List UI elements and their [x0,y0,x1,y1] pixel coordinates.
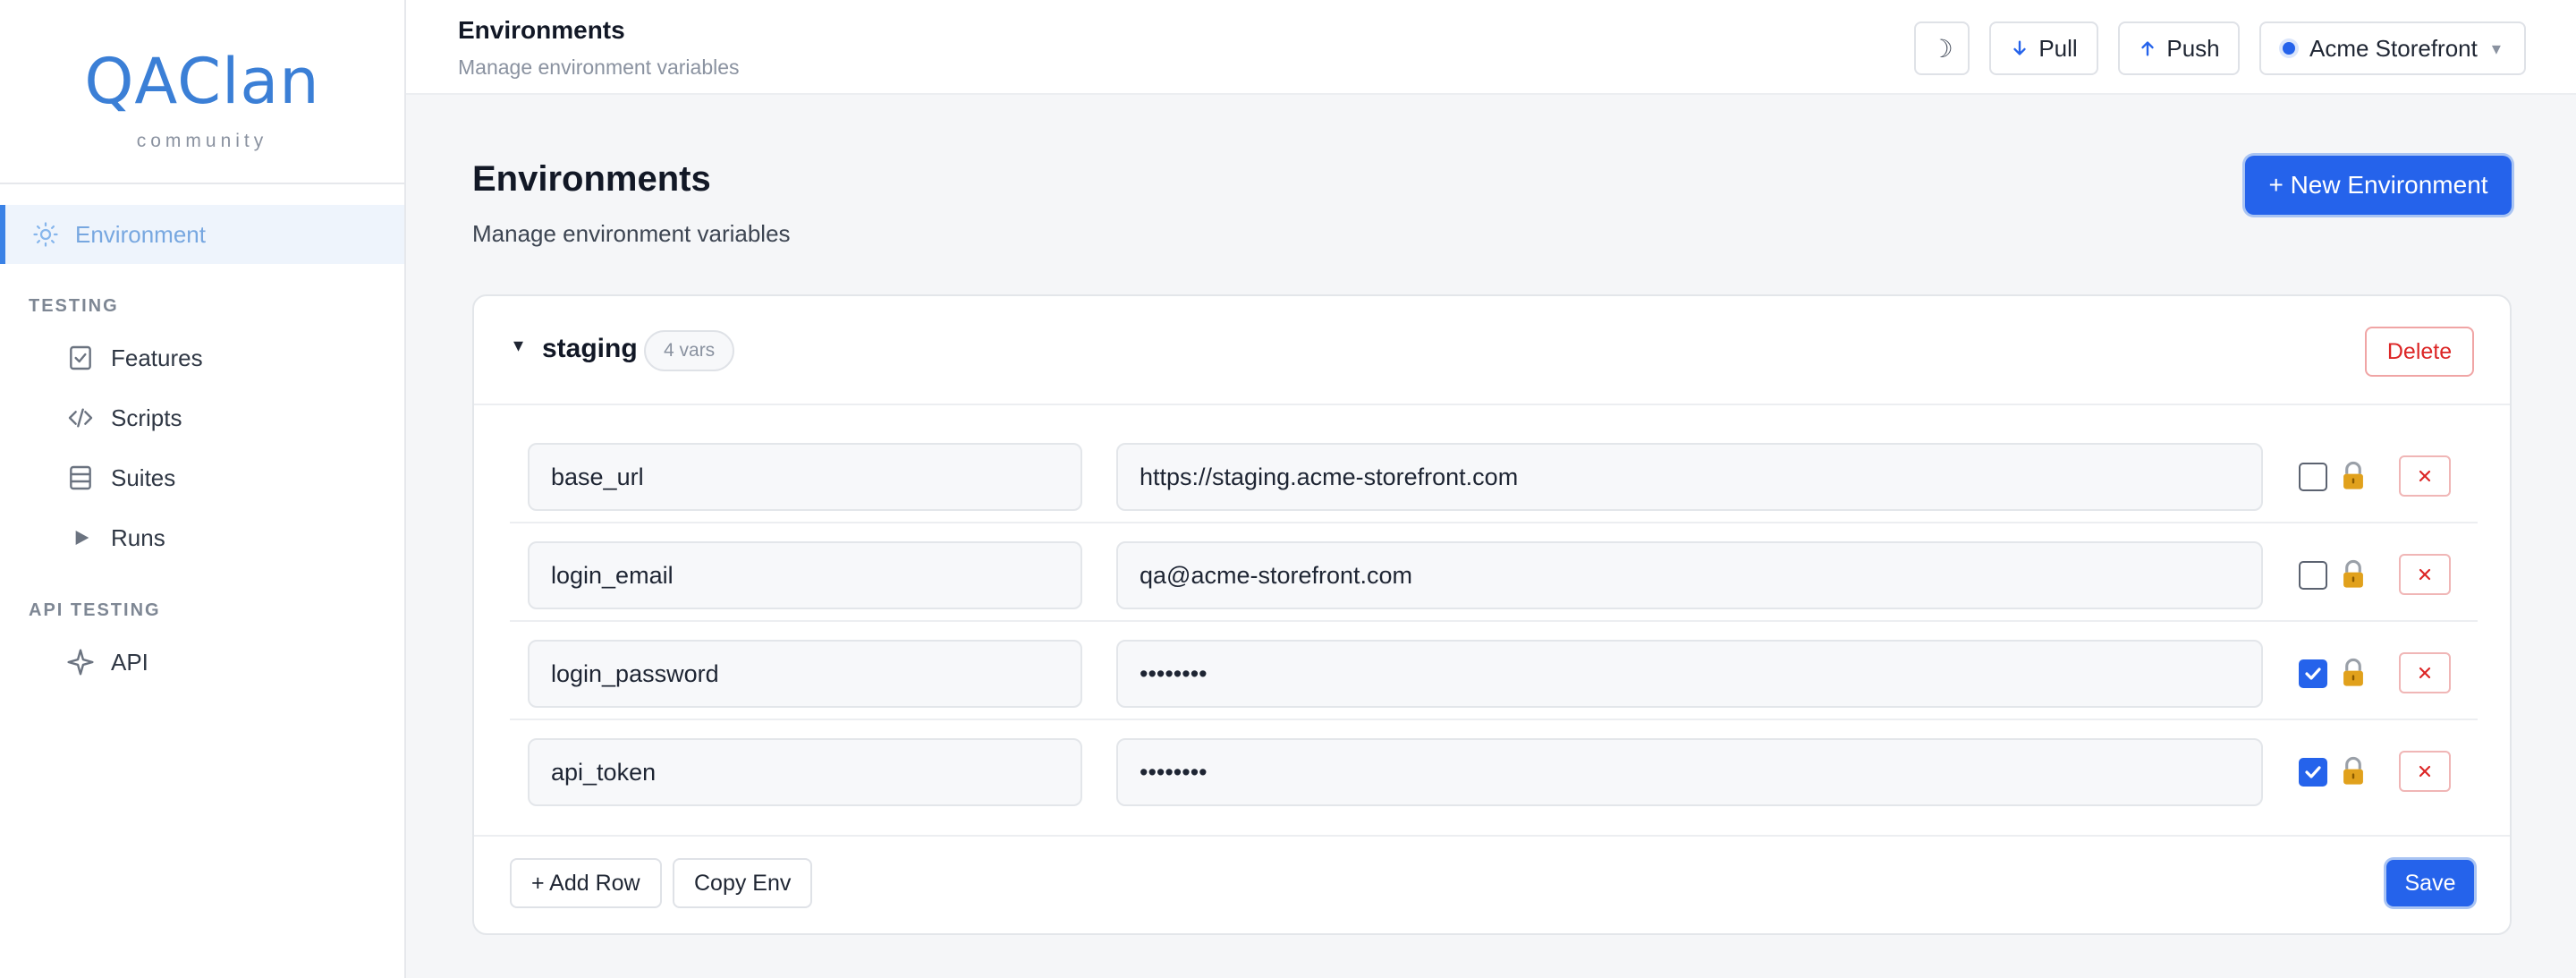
section-title-api-testing: API TESTING [29,600,161,620]
pull-label: Pull [2038,34,2078,62]
variable-row [510,523,2478,622]
sidebar-item-label: Suites [111,463,176,491]
arrow-down-icon [2013,40,2027,55]
sidebar-item-features[interactable]: Features [66,340,203,376]
environment-name: staging [542,334,638,363]
sparkle-icon [67,649,94,676]
checkmark-icon [2305,766,2321,778]
delete-environment-button[interactable]: Delete [2365,327,2474,377]
sidebar-item-scripts[interactable]: Scripts [66,400,182,436]
qaclan-logo[interactable]: QAClan [0,45,404,118]
pull-button[interactable]: Pull [1989,21,2098,75]
top-header: Environments Manage environment variable… [406,0,2576,95]
sidebar-item-suites[interactable]: Suites [66,460,175,496]
environment-card: ▾ staging 4 vars Delete base_url https:/… [472,294,2512,935]
sidebar-item-label: Environment [75,220,206,248]
chevron-down-icon: ▾ [2491,38,2501,59]
push-button[interactable]: Push [2118,21,2240,75]
close-icon [2419,568,2431,581]
sidebar-item-runs[interactable]: Runs [66,520,165,556]
checklist-icon [70,345,91,370]
remove-row-button[interactable] [2399,751,2451,792]
remove-row-button[interactable] [2399,554,2451,595]
sidebar-item-label: Scripts [111,404,182,431]
sidebar-item-environment[interactable]: Environment [0,205,404,264]
environment-card-footer: + Add Row Copy Env Save [474,835,2510,933]
checkmark-icon [2305,668,2321,680]
header-subtitle: Manage environment variables [458,55,740,79]
add-row-button[interactable]: + Add Row [510,858,662,908]
close-icon [2419,470,2431,482]
variable-value-input[interactable] [1116,738,2263,806]
collapse-caret-icon[interactable]: ▾ [513,334,523,357]
variable-value-input[interactable] [1116,541,2263,609]
sun-icon [33,222,58,247]
sidebar-item-label: Runs [111,523,165,551]
sidebar-item-api[interactable]: API [66,644,148,680]
brand-tagline: community [136,131,268,151]
variable-row [510,425,2478,523]
variable-value-input[interactable] [1116,443,2263,511]
secret-checkbox[interactable] [2299,463,2327,491]
new-environment-button[interactable]: + New Environment [2245,156,2512,215]
code-icon [68,408,93,428]
close-icon [2419,667,2431,679]
secret-checkbox[interactable] [2299,659,2327,688]
secret-checkbox[interactable] [2299,561,2327,590]
variable-key-input[interactable] [528,541,1082,609]
environment-card-header[interactable]: ▾ staging 4 vars Delete [474,296,2510,405]
var-count-badge: 4 vars [644,330,735,371]
sidebar-item-label: API [111,648,148,676]
stack-icon [70,465,91,490]
lock-icon [2343,756,2363,785]
lock-icon [2343,658,2363,686]
page-title: Environments [472,159,711,199]
moon-icon: ☽ [1930,34,1953,63]
page-subtitle: Manage environment variables [472,220,791,247]
sidebar-item-label: Features [111,344,203,371]
play-icon [75,531,89,545]
copy-env-button[interactable]: Copy Env [673,858,813,908]
project-dot-icon [2283,42,2295,55]
push-label: Push [2166,34,2220,62]
section-title-testing: TESTING [29,296,119,316]
save-button[interactable]: Save [2386,860,2474,906]
header-title: Environments [458,16,625,44]
secret-checkbox[interactable] [2299,758,2327,787]
theme-toggle-button[interactable]: ☽ [1914,21,1970,75]
variable-key-input[interactable] [528,738,1082,806]
brand: QAClan community [0,0,404,184]
lock-icon [2343,461,2363,489]
logo-rest: AClan [134,45,320,118]
variable-value-input[interactable] [1116,640,2263,708]
variable-row [510,622,2478,720]
remove-row-button[interactable] [2399,652,2451,693]
variable-key-input[interactable] [528,640,1082,708]
logo-q: Q [84,45,135,118]
variable-key-input[interactable] [528,443,1082,511]
sidebar: QAClan community Environment TESTING Fea… [0,0,406,978]
arrow-up-icon [2141,41,2155,56]
lock-icon [2343,559,2363,588]
project-selector[interactable]: Acme Storefront ▾ [2259,21,2526,75]
project-label: Acme Storefront [2309,34,2478,62]
close-icon [2419,765,2431,778]
variable-row [510,720,2478,819]
remove-row-button[interactable] [2399,455,2451,497]
